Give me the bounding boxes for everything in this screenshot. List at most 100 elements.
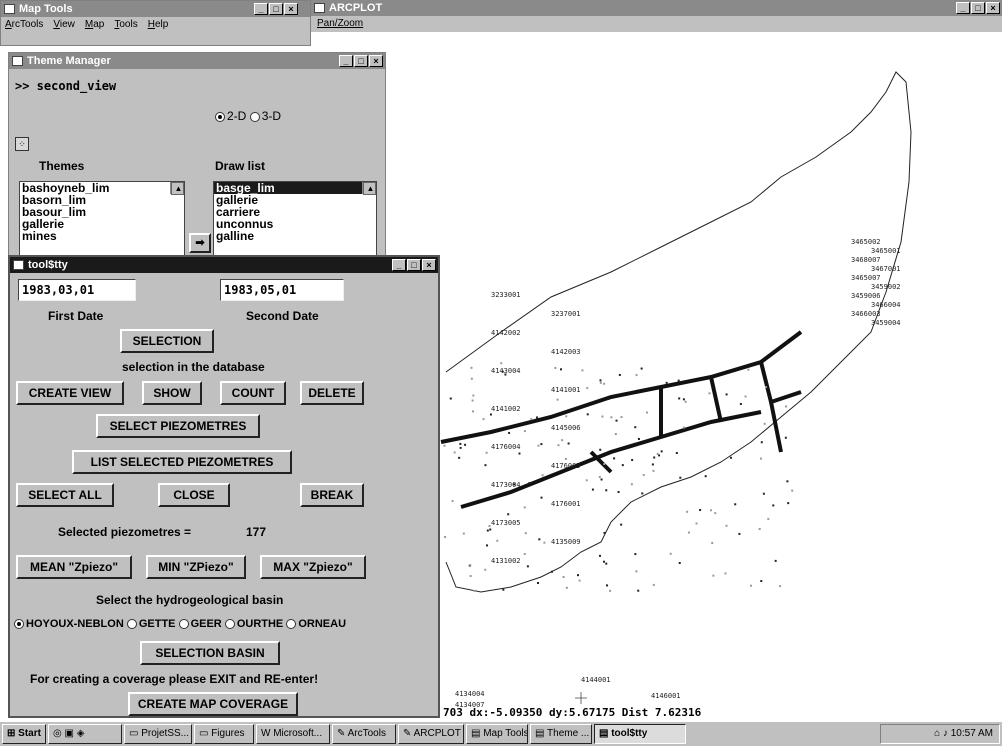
theme-manager-app-icon bbox=[12, 56, 23, 66]
menu-tools[interactable]: Tools bbox=[114, 17, 137, 33]
delete-button[interactable]: DELETE bbox=[300, 381, 364, 405]
map-point bbox=[537, 581, 540, 584]
radio-2d[interactable] bbox=[215, 111, 225, 122]
scroll-up-icon[interactable]: ▲ bbox=[363, 182, 376, 195]
map-point bbox=[600, 478, 603, 481]
map-point bbox=[464, 443, 467, 446]
list-selected-piezometres-button[interactable]: LIST SELECTED PIEZOMETRES bbox=[72, 450, 292, 474]
radio-orneau[interactable] bbox=[286, 619, 297, 630]
radio-ourthe[interactable] bbox=[224, 619, 235, 630]
menu-view[interactable]: View bbox=[53, 17, 75, 33]
radio-3d[interactable] bbox=[249, 111, 260, 122]
maximize-icon[interactable]: □ bbox=[269, 3, 283, 15]
task-microsoft[interactable]: W Microsoft... bbox=[255, 724, 330, 744]
map-point bbox=[469, 575, 472, 578]
radio-gette[interactable] bbox=[126, 619, 137, 630]
minimize-icon[interactable]: _ bbox=[956, 2, 970, 14]
minimize-icon[interactable]: _ bbox=[254, 3, 268, 15]
network-icon[interactable]: ⌂ bbox=[934, 728, 940, 739]
map-point bbox=[767, 517, 770, 520]
theme-manager-titlebar[interactable]: Theme Manager _ □ × bbox=[9, 53, 385, 69]
close-icon[interactable]: × bbox=[284, 3, 298, 15]
map-label: 4141001 bbox=[551, 386, 581, 394]
map-point bbox=[541, 474, 544, 477]
map-tools-titlebar[interactable]: Map Tools _ □ × bbox=[1, 1, 310, 17]
map-point bbox=[471, 399, 474, 402]
select-all-button[interactable]: SELECT ALL bbox=[16, 483, 114, 507]
themes-scrollbar[interactable]: ▲ bbox=[170, 182, 184, 195]
map-point bbox=[462, 532, 465, 535]
selection-basin-button[interactable]: SELECTION BASIN bbox=[140, 641, 280, 665]
map-label: 4176001 bbox=[551, 500, 581, 508]
start-button[interactable]: ⊞ Start bbox=[2, 724, 46, 744]
maximize-icon[interactable]: □ bbox=[971, 2, 985, 14]
map-point bbox=[772, 504, 775, 507]
add-to-drawlist-button[interactable]: ➡ bbox=[189, 233, 211, 253]
map-point bbox=[585, 479, 588, 482]
folder-icon: ▭ bbox=[128, 728, 139, 739]
map-point bbox=[744, 395, 747, 398]
close-icon[interactable]: × bbox=[986, 2, 1000, 14]
map-point bbox=[640, 367, 643, 370]
menu-map[interactable]: Map bbox=[85, 17, 104, 33]
task-label: Map Tools bbox=[483, 728, 528, 739]
mean-zpiezo-button[interactable]: MEAN "Zpiezo" bbox=[16, 555, 132, 579]
radio-geer[interactable] bbox=[178, 619, 189, 630]
selection-db-text: selection in the database bbox=[122, 360, 265, 374]
maximize-icon[interactable]: □ bbox=[407, 259, 421, 271]
clock[interactable]: 10:57 AM bbox=[951, 728, 993, 739]
minimize-icon[interactable]: _ bbox=[392, 259, 406, 271]
map-label: 4173005 bbox=[491, 519, 521, 527]
menu-arctools[interactable]: ArcTools bbox=[5, 17, 43, 33]
mode-radios: 2-D 3-D bbox=[215, 109, 281, 123]
list-item[interactable]: mines bbox=[20, 230, 184, 242]
menu-help[interactable]: Help bbox=[148, 17, 169, 33]
task-projetss[interactable]: ▭ ProjetSS... bbox=[123, 724, 192, 744]
close-button[interactable]: CLOSE bbox=[158, 483, 230, 507]
drawlist-listbox[interactable]: basge_lim gallerie carriere unconnus gal… bbox=[213, 181, 377, 263]
task-map-tools[interactable]: ▤ Map Tools bbox=[465, 724, 528, 744]
create-view-button[interactable]: CREATE VIEW bbox=[16, 381, 124, 405]
max-zpiezo-button[interactable]: MAX "Zpiezo" bbox=[260, 555, 366, 579]
scroll-up-icon[interactable]: ▲ bbox=[171, 182, 184, 195]
break-button[interactable]: BREAK bbox=[300, 483, 364, 507]
volume-icon[interactable]: ♪ bbox=[943, 728, 948, 739]
map-point bbox=[784, 436, 787, 439]
map-point bbox=[603, 531, 606, 534]
map-point bbox=[581, 369, 584, 372]
radio-hoyoux-neblon[interactable] bbox=[14, 619, 24, 630]
map-label: 4135009 bbox=[551, 538, 581, 546]
first-date-input[interactable]: 1983,03,01 bbox=[18, 279, 136, 301]
task-arcplot[interactable]: ✎ ARCPLOT bbox=[397, 724, 464, 744]
count-button[interactable]: COUNT bbox=[220, 381, 286, 405]
menu-pan-zoom[interactable]: Pan/Zoom bbox=[317, 18, 363, 29]
view-options-icon[interactable]: ⁘ bbox=[15, 137, 29, 151]
minimize-icon[interactable]: _ bbox=[339, 55, 353, 67]
folder-icon: ▭ bbox=[198, 728, 209, 739]
map-label: 3237001 bbox=[551, 310, 581, 318]
map-point bbox=[645, 411, 648, 414]
system-tray: ⌂ ♪ 10:57 AM bbox=[880, 724, 1000, 744]
map-point bbox=[634, 553, 637, 556]
map-point bbox=[763, 422, 766, 425]
quick-launch[interactable]: ◎ ▣ ◈ bbox=[47, 724, 122, 744]
arcplot-titlebar[interactable]: ARCPLOT _ □ × bbox=[311, 0, 1002, 16]
second-date-input[interactable]: 1983,05,01 bbox=[220, 279, 344, 301]
task-theme[interactable]: ▤ Theme ... bbox=[529, 724, 592, 744]
map-point bbox=[652, 583, 655, 586]
close-icon[interactable]: × bbox=[369, 55, 383, 67]
create-map-coverage-button[interactable]: CREATE MAP COVERAGE bbox=[128, 692, 298, 716]
themes-listbox[interactable]: bashoyneb_lim basorn_lim basour_lim gall… bbox=[19, 181, 185, 263]
maximize-icon[interactable]: □ bbox=[354, 55, 368, 67]
close-icon[interactable]: × bbox=[422, 259, 436, 271]
task-arctools[interactable]: ✎ ArcTools bbox=[331, 724, 396, 744]
list-item[interactable]: galline bbox=[214, 230, 376, 242]
task-toolsty[interactable]: ▤ tool$tty bbox=[593, 724, 686, 744]
toolsty-titlebar[interactable]: tool$tty _ □ × bbox=[10, 257, 438, 273]
task-figures[interactable]: ▭ Figures bbox=[193, 724, 254, 744]
selection-button[interactable]: SELECTION bbox=[120, 329, 214, 353]
show-button[interactable]: SHOW bbox=[142, 381, 202, 405]
drawlist-scrollbar[interactable]: ▲ bbox=[362, 182, 376, 195]
select-piezometres-button[interactable]: SELECT PIEZOMETRES bbox=[96, 414, 260, 438]
min-zpiezo-button[interactable]: MIN "ZPiezo" bbox=[146, 555, 246, 579]
